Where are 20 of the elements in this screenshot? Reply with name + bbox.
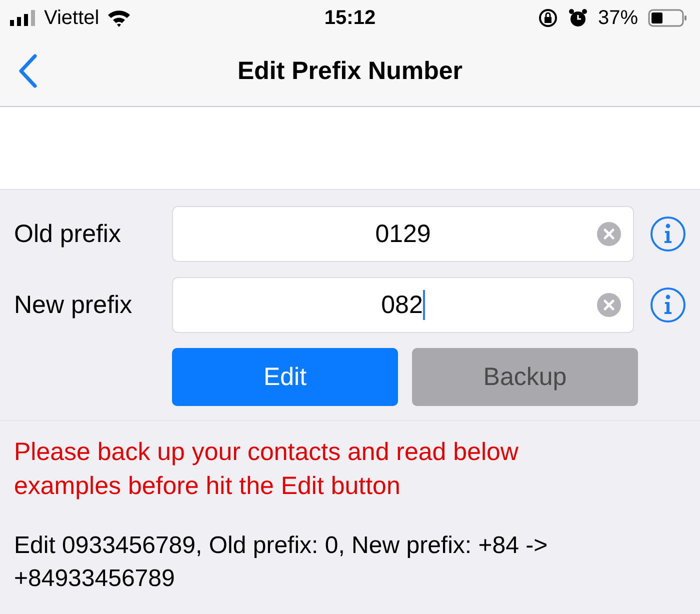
edit-button[interactable]: Edit	[172, 348, 398, 406]
screen-title: Edit Prefix Number	[237, 56, 463, 86]
signal-icon	[10, 10, 36, 26]
field-label: New prefix	[14, 290, 134, 320]
info-icon[interactable]	[650, 216, 686, 252]
carrier-name: Viettel	[44, 6, 100, 30]
info-icon[interactable]	[650, 287, 686, 323]
clear-icon[interactable]	[597, 293, 621, 317]
prefix-input[interactable]: 082	[172, 277, 634, 333]
clock-time: 15:12	[324, 6, 376, 30]
field-label: Old prefix	[14, 220, 122, 248]
prefix-input[interactable]: 0129	[172, 206, 634, 262]
clear-icon[interactable]	[597, 222, 621, 246]
back-icon[interactable]	[18, 54, 38, 88]
battery-icon	[648, 8, 688, 28]
wifi-icon	[107, 9, 132, 27]
battery-percent: 37%	[598, 6, 638, 30]
example-text: Edit 0933456789, Old prefix: 0, New prefix: +84 -> +84933456789	[13, 531, 549, 594]
alarm-icon	[568, 8, 588, 28]
rotation-lock-icon	[538, 8, 558, 28]
